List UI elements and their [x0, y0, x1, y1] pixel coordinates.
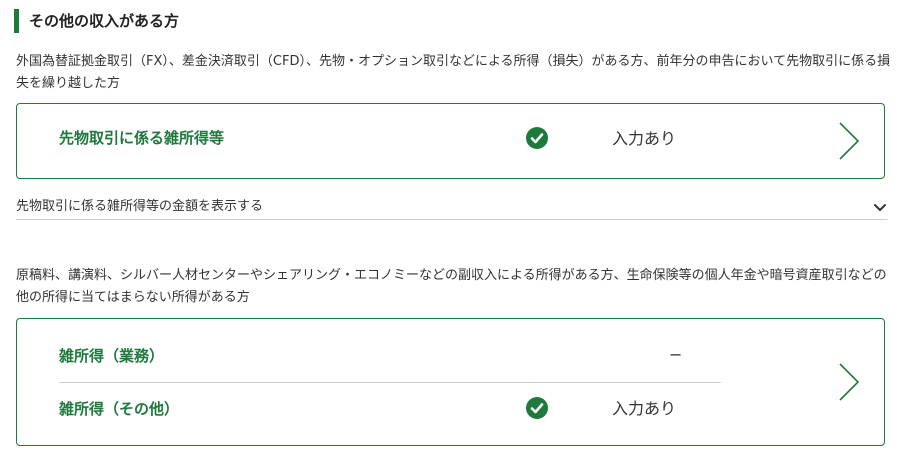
- futures-income-card[interactable]: 先物取引に係る雑所得等 入力あり: [16, 103, 885, 179]
- misc-income-business-status: −: [669, 345, 683, 364]
- show-futures-amount-label: 先物取引に係る雑所得等の金額を表示する: [16, 199, 264, 214]
- misc-income-other-label: 雑所得（その他）: [59, 400, 180, 418]
- chevron-down-icon: [874, 204, 886, 211]
- check-circle-icon: [526, 127, 548, 149]
- chevron-right-icon[interactable]: [837, 121, 861, 161]
- futures-income-label: 先物取引に係る雑所得等: [59, 129, 225, 147]
- row-divider: [59, 382, 721, 383]
- show-futures-amount-toggle[interactable]: 先物取引に係る雑所得等の金額を表示する: [16, 196, 887, 220]
- chevron-right-icon[interactable]: [837, 362, 861, 402]
- group1-description: 外国為替証拠金取引（FX）、差金決済取引（CFD）、先物・オプション取引などによ…: [16, 54, 891, 91]
- futures-income-status: 入力あり: [612, 129, 677, 148]
- misc-income-card[interactable]: 雑所得（業務） − 雑所得（その他） 入力あり: [16, 318, 885, 446]
- misc-income-business-label: 雑所得（業務）: [59, 347, 165, 365]
- misc-income-other-status: 入力あり: [612, 399, 677, 418]
- section-title: その他の収入がある方: [14, 9, 179, 33]
- group2-description: 原稿料、講演料、シルバー人材センターやシェアリング・エコノミーなどの副収入による…: [16, 268, 887, 305]
- check-circle-icon: [526, 397, 548, 419]
